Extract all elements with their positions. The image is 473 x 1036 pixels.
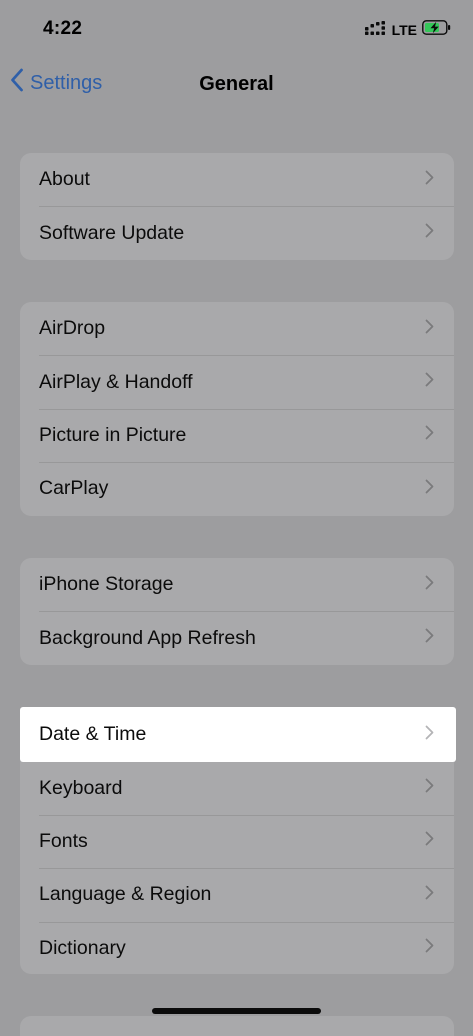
- status-time: 4:22: [43, 18, 83, 39]
- back-button-label: Settings: [30, 71, 103, 94]
- chevron-right-icon: [425, 575, 434, 595]
- row-label: AirPlay & Handoff: [39, 370, 193, 393]
- row-software-update[interactable]: Software Update: [20, 206, 454, 259]
- row-carplay[interactable]: CarPlay: [20, 462, 454, 515]
- chevron-right-icon: [425, 319, 434, 339]
- row-date-time[interactable]: Date & Time: [20, 707, 456, 762]
- chevron-right-icon: [425, 628, 434, 648]
- settings-group-storage: iPhone Storage Background App Refresh: [20, 558, 454, 665]
- row-airplay-handoff[interactable]: AirPlay & Handoff: [20, 355, 454, 408]
- row-keyboard[interactable]: Keyboard: [20, 761, 454, 814]
- row-language-region[interactable]: Language & Region: [20, 868, 454, 921]
- row-label: CarPlay: [39, 477, 109, 500]
- chevron-right-icon: [425, 170, 434, 190]
- row-iphone-storage[interactable]: iPhone Storage: [20, 558, 454, 611]
- row-label: Background App Refresh: [39, 626, 256, 649]
- battery-charging-icon: [422, 20, 451, 40]
- chevron-right-icon: [425, 479, 434, 499]
- chevron-right-icon: [425, 938, 434, 958]
- back-button[interactable]: Settings: [10, 68, 102, 98]
- row-airdrop[interactable]: AirDrop: [20, 302, 454, 355]
- chevron-right-icon: [425, 725, 434, 745]
- row-label: Software Update: [39, 221, 185, 244]
- row-label: Dictionary: [39, 936, 126, 959]
- settings-group-connectivity: AirDrop AirPlay & Handoff Picture in Pic…: [20, 302, 454, 516]
- row-label: About: [39, 168, 90, 191]
- row-dictionary[interactable]: Dictionary: [20, 921, 454, 974]
- chevron-right-icon: [425, 831, 434, 851]
- chevron-right-icon: [425, 885, 434, 905]
- chevron-right-icon: [425, 778, 434, 798]
- row-label: Fonts: [39, 829, 88, 852]
- chevron-right-icon: [425, 223, 434, 243]
- row-background-app-refresh[interactable]: Background App Refresh: [20, 611, 454, 664]
- settings-group-partial: [20, 1016, 454, 1036]
- row-fonts[interactable]: Fonts: [20, 814, 454, 868]
- row-label: iPhone Storage: [39, 573, 174, 596]
- row-label: Keyboard: [39, 776, 123, 799]
- row-label: Language & Region: [39, 883, 212, 906]
- chevron-right-icon: [425, 425, 434, 445]
- row-label: Date & Time: [39, 723, 147, 745]
- navigation-bar: Settings General: [0, 60, 473, 108]
- network-type-label: LTE: [391, 22, 417, 38]
- home-indicator[interactable]: [152, 1008, 321, 1014]
- chevron-left-icon: [10, 68, 24, 98]
- status-indicators: LTE: [364, 20, 451, 40]
- row-label: AirDrop: [39, 317, 106, 340]
- status-bar: 4:22 LTE: [0, 0, 473, 60]
- settings-group-info: About Software Update: [20, 153, 454, 260]
- chevron-right-icon: [425, 372, 434, 392]
- row-about[interactable]: About: [20, 153, 454, 206]
- row-picture-in-picture[interactable]: Picture in Picture: [20, 408, 454, 462]
- row-label: Picture in Picture: [39, 423, 187, 446]
- signal-icon: [364, 20, 387, 40]
